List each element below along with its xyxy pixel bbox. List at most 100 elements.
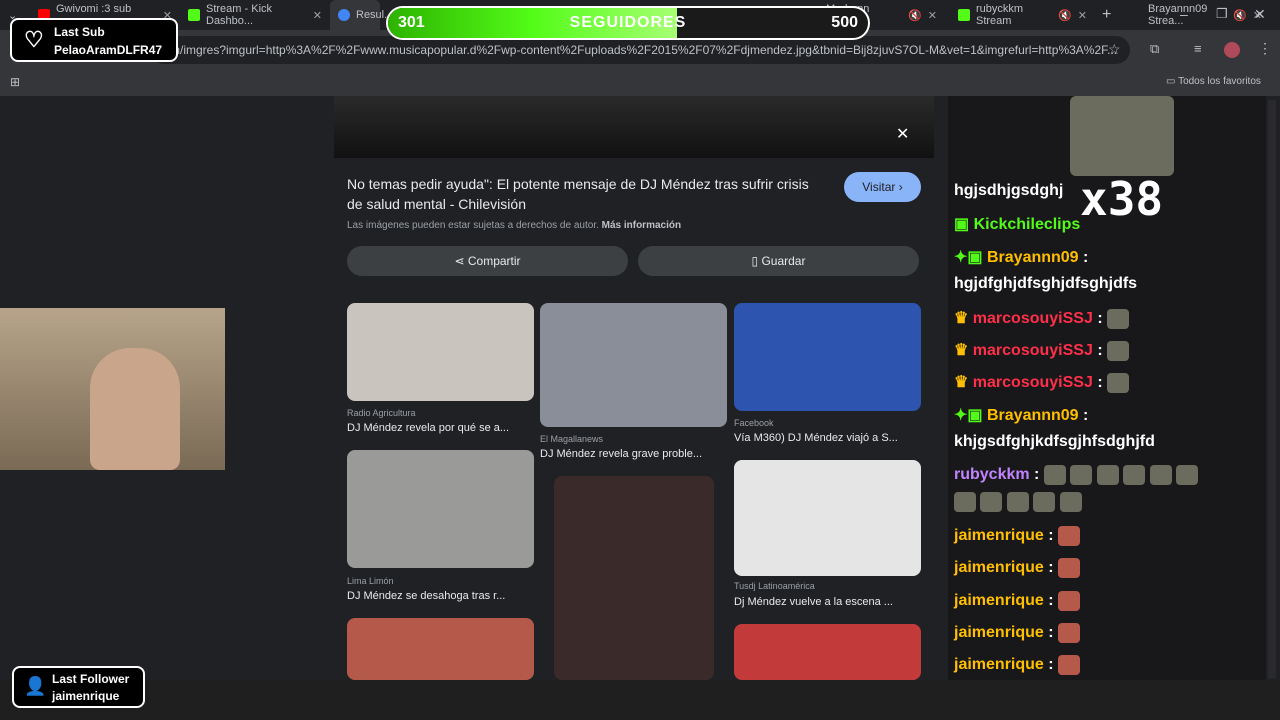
- chat-username[interactable]: rubyckkm: [954, 466, 1030, 483]
- chat-message: ▣ Kickchileclips: [954, 214, 1080, 234]
- emote-icon: [1107, 308, 1130, 329]
- visit-button[interactable]: Visitar ›: [844, 172, 921, 202]
- chat-username[interactable]: Brayannn09: [987, 407, 1079, 424]
- kick-icon: [958, 9, 970, 21]
- chat-username[interactable]: jaimenrique: [954, 592, 1044, 609]
- last-follower-name: jaimenrique: [52, 689, 120, 703]
- bookmark-star-icon[interactable]: ☆: [1108, 41, 1121, 58]
- webcam-feed: [0, 308, 225, 470]
- chat-username[interactable]: marcosouyiSSJ: [973, 310, 1093, 327]
- maximize-button[interactable]: ❐: [1216, 6, 1228, 22]
- crown-icon: ♛: [954, 310, 969, 327]
- close-tab-icon[interactable]: ✕: [928, 9, 937, 22]
- badge-icon: ✦: [954, 249, 968, 266]
- tab-google-results[interactable]: Resul...: [330, 0, 393, 30]
- url-field[interactable]: m/imgres?imgurl=http%3A%2F%2Fwww.musicap…: [150, 36, 1130, 64]
- related-image[interactable]: [347, 618, 534, 680]
- heart-icon: ♡: [24, 27, 44, 52]
- close-tab-icon[interactable]: ✕: [313, 9, 322, 22]
- tab-rubyckkm-stream[interactable]: rubyckkm Stream 🔇 ✕: [950, 0, 1095, 30]
- related-image[interactable]: [734, 624, 921, 680]
- chat-message: hgjsdhjgsdghj: [954, 182, 1063, 200]
- chat-message: ♛ marcosouyiSSJ :: [954, 308, 1130, 329]
- chat-message: rubyckkm :: [954, 465, 1199, 485]
- apps-icon[interactable]: ⊞: [10, 75, 20, 89]
- mute-icon[interactable]: 🔇: [908, 9, 922, 22]
- extensions-icon[interactable]: ⧉: [1150, 41, 1159, 57]
- result-caption[interactable]: Dj Méndez vuelve a la escena ...: [734, 596, 921, 608]
- media-control-icon[interactable]: ≡: [1194, 41, 1202, 56]
- chat-username[interactable]: Brayannn09: [987, 249, 1079, 266]
- save-button[interactable]: ▯ Guardar: [638, 246, 919, 276]
- chevron-right-icon: ›: [898, 180, 903, 194]
- emote-icon: [1006, 492, 1029, 512]
- emote-icon: [1176, 465, 1199, 485]
- chat-username[interactable]: Kickchileclips: [974, 216, 1081, 233]
- emote-icon: [1096, 465, 1119, 485]
- last-follower-title: Last Follower: [52, 672, 130, 686]
- menu-icon[interactable]: ⋮: [1258, 40, 1272, 57]
- result-caption[interactable]: DJ Méndez revela grave proble...: [540, 448, 727, 460]
- chat-message: jaimenrique :: [954, 591, 1081, 611]
- all-bookmarks-folder[interactable]: ▭ Todos los favoritos: [1166, 76, 1261, 87]
- share-button[interactable]: ⋖ Compartir: [347, 246, 628, 276]
- profile-avatar[interactable]: [1224, 42, 1240, 58]
- chat-username[interactable]: jaimenrique: [954, 559, 1044, 576]
- tab-kick-dashboard[interactable]: Stream - Kick Dashbo... ✕: [180, 0, 330, 30]
- copyright-notice: Las imágenes pueden estar sujetas a dere…: [347, 220, 682, 231]
- chat-message: jaimenrique :: [954, 623, 1081, 643]
- close-preview-icon[interactable]: ✕: [896, 124, 909, 144]
- emote-icon: [1107, 340, 1130, 361]
- chat-scrollbar[interactable]: [1268, 100, 1276, 678]
- emote-icon: [1033, 492, 1056, 512]
- google-icon: [338, 9, 350, 21]
- chat-username[interactable]: hgjsdhjgsdghj: [954, 182, 1063, 199]
- chat-username[interactable]: jaimenrique: [954, 624, 1044, 641]
- chat-text: khjgsdfghjkdfsgjhfsdghjfd: [954, 433, 1155, 450]
- more-info-link[interactable]: Más información: [602, 220, 681, 231]
- related-image[interactable]: [347, 450, 534, 568]
- emote-icon: [954, 492, 976, 512]
- chat-username[interactable]: marcosouyiSSJ: [973, 374, 1093, 391]
- emote-icon: [1058, 591, 1081, 611]
- related-image[interactable]: [347, 303, 534, 401]
- chat-text: hgjdfghjdfsghjdfsghjdfs: [954, 275, 1138, 292]
- chat-username[interactable]: jaimenrique: [954, 656, 1044, 673]
- new-tab-button[interactable]: +: [1102, 6, 1111, 24]
- share-icon: ⋖: [454, 254, 465, 268]
- crown-icon: ♛: [954, 374, 969, 391]
- last-sub-name: PelaoAramDLFR47: [54, 43, 163, 57]
- chat-username[interactable]: jaimenrique: [954, 527, 1044, 544]
- bookmark-icon: ▯: [751, 254, 759, 268]
- related-image[interactable]: [734, 303, 921, 411]
- result-caption[interactable]: Vía M360) DJ Méndez viajó a S...: [734, 432, 921, 444]
- chat-message: ✦▣ Brayannn09 :: [954, 249, 1089, 266]
- chat-message: jaimenrique :: [954, 526, 1081, 546]
- crown-icon: ♛: [954, 342, 969, 359]
- related-image[interactable]: [554, 476, 714, 680]
- chat-username[interactable]: marcosouyiSSJ: [973, 342, 1093, 359]
- result-caption[interactable]: DJ Méndez revela por qué se a...: [347, 422, 534, 434]
- mute-icon[interactable]: 🔇: [1058, 9, 1072, 22]
- chat-message: jaimenrique :: [954, 655, 1081, 675]
- result-source: El Magallanews: [540, 434, 604, 444]
- preview-image: [334, 96, 934, 158]
- bottom-bar: [0, 680, 1280, 720]
- related-image[interactable]: [540, 303, 727, 427]
- chat-message: ✦▣ Brayannn09 :: [954, 407, 1089, 424]
- mute-icon[interactable]: 🔇: [1233, 9, 1247, 22]
- image-preview-panel: ✕ No temas pedir ayuda": El potente mens…: [334, 96, 934, 680]
- chat-message: jaimenrique :: [954, 558, 1081, 578]
- minimize-button[interactable]: –: [1180, 6, 1188, 22]
- emote-icon: [1107, 372, 1130, 393]
- close-tab-icon[interactable]: ✕: [1078, 9, 1087, 22]
- last-sub-title: Last Sub: [54, 25, 105, 39]
- last-sub-widget: ♡ Last Sub PelaoAramDLFR47: [10, 18, 178, 62]
- result-caption[interactable]: DJ Méndez se desahoga tras r...: [347, 590, 534, 602]
- close-window-button[interactable]: ✕: [1254, 6, 1266, 23]
- tab-brayannn-stream[interactable]: Brayannn09 Strea... 🔇 ✕: [1140, 0, 1270, 30]
- emote-icon: [980, 492, 1003, 512]
- result-headline[interactable]: No temas pedir ayuda": El potente mensaj…: [347, 174, 827, 214]
- related-image[interactable]: [734, 460, 921, 576]
- chat-message: ♛ marcosouyiSSJ :: [954, 372, 1130, 393]
